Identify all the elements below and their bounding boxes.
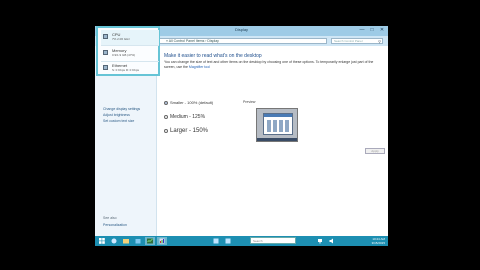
option-larger-label: Larger - 150% <box>170 128 209 134</box>
taskbar-store[interactable] <box>133 237 143 245</box>
apply-button[interactable]: Apply <box>365 148 385 154</box>
search-input[interactable]: Search Control Panel ⚲ <box>331 38 383 44</box>
taskbar-task-manager[interactable] <box>145 237 155 245</box>
taskbar-volume[interactable] <box>327 237 337 245</box>
option-medium-label: Medium - 125% <box>170 114 206 120</box>
taskbar: Search 10:24 AM 3/15/2015 <box>95 236 388 246</box>
link-adjust-brightness[interactable]: Adjust brightness <box>103 113 130 117</box>
app-icon <box>213 238 219 244</box>
jump-item-subtitle: 0.9/1.9 GB (47%) <box>112 53 136 57</box>
see-also-header: See also <box>103 216 117 220</box>
taskbar-clock[interactable]: 10:24 AM 3/15/2015 <box>372 237 385 245</box>
control-panel-icon <box>159 238 165 244</box>
preview-window-content <box>267 120 289 132</box>
clock-date: 3/15/2015 <box>371 241 385 245</box>
option-smaller-label: Smaller - 100% (default) <box>170 100 214 105</box>
taskbar-ie[interactable] <box>109 237 119 245</box>
taskbar-search-input[interactable]: Search <box>250 237 296 244</box>
preview-window <box>263 113 293 135</box>
link-personalization[interactable]: Personalization <box>103 223 127 227</box>
taskbar-app-2[interactable] <box>223 237 233 245</box>
app-icon <box>225 238 231 244</box>
jump-item-cpu[interactable]: CPU 7% 2.06 GHz <box>101 30 159 45</box>
preview-label: Preview <box>243 100 256 104</box>
ethernet-icon <box>103 65 108 70</box>
preview-window-titlebar <box>264 114 292 117</box>
search-icon[interactable]: ⚲ <box>378 39 381 44</box>
start-button[interactable] <box>97 237 107 245</box>
option-medium[interactable]: Medium - 125% <box>164 114 205 120</box>
radio-larger[interactable] <box>164 128 168 133</box>
preview-image <box>256 108 298 142</box>
address-path: « All Control Panel Items › Display <box>166 39 219 43</box>
address-field[interactable]: « All Control Panel Items › Display <box>157 38 327 44</box>
option-smaller[interactable]: Smaller - 100% (default) <box>164 100 213 105</box>
taskbar-network[interactable] <box>315 237 325 245</box>
jump-item-subtitle: 7% 2.06 GHz <box>112 37 130 41</box>
folder-icon <box>123 239 129 244</box>
taskbar-search-placeholder: Search <box>253 239 263 243</box>
jump-item-memory[interactable]: Memory 0.9/1.9 GB (47%) <box>101 46 159 61</box>
radio-smaller[interactable] <box>164 100 168 105</box>
search-placeholder: Search Control Panel <box>334 39 363 43</box>
taskbar-control-panel[interactable] <box>157 237 167 245</box>
option-larger[interactable]: Larger - 150% <box>164 128 208 134</box>
link-change-display-settings[interactable]: Change display settings <box>103 107 140 111</box>
volume-icon <box>329 238 333 244</box>
main-content: Make it easier to read what's on the des… <box>158 46 388 236</box>
close-button[interactable]: ✕ <box>377 26 387 34</box>
taskbar-explorer[interactable] <box>121 237 131 245</box>
memory-icon <box>103 50 108 55</box>
maximize-button[interactable]: □ <box>367 26 377 34</box>
minimize-button[interactable]: — <box>357 26 367 34</box>
taskbar-app-1[interactable] <box>211 237 221 245</box>
jump-item-ethernet[interactable]: Ethernet S: 0 Kbps R: 0 Kbps <box>101 61 159 76</box>
radio-medium[interactable] <box>164 114 168 119</box>
network-icon <box>318 239 322 244</box>
windows-logo-icon <box>99 238 105 244</box>
page-heading: Make it easier to read what's on the des… <box>164 53 262 59</box>
magnifier-link[interactable]: Magnifier tool <box>189 65 210 69</box>
task-manager-icon <box>147 238 153 244</box>
page-description: You can change the size of text and othe… <box>164 60 374 69</box>
cpu-icon <box>103 34 108 39</box>
link-set-custom-text-size[interactable]: Set custom text size <box>103 119 134 123</box>
browser-icon <box>111 238 117 244</box>
task-manager-jump-list: CPU 7% 2.06 GHz Memory 0.9/1.9 GB (47%) … <box>96 26 160 76</box>
jump-item-subtitle: S: 0 Kbps R: 0 Kbps <box>112 68 140 72</box>
preview-taskbar <box>257 138 297 141</box>
store-icon <box>135 239 141 244</box>
